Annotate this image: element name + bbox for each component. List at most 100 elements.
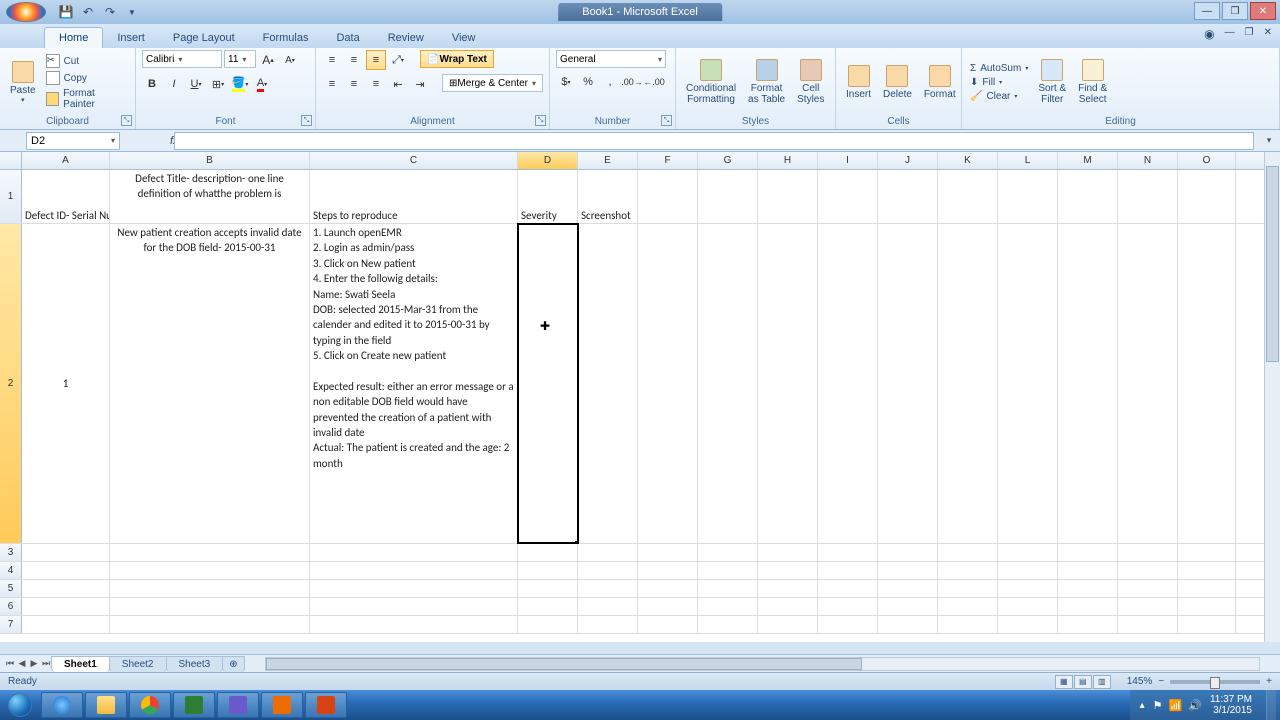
col-header-h[interactable]: H [758,152,818,169]
cell-g2[interactable] [698,224,758,543]
comma-format-button[interactable]: , [600,72,620,92]
cell-d1[interactable]: Severity [518,170,578,223]
align-left-button[interactable]: ≡ [322,74,342,94]
increase-decimal-button[interactable]: .00→ [622,72,642,92]
paste-button[interactable]: Paste▾ [6,59,40,106]
col-header-e[interactable]: E [578,152,638,169]
tab-formulas[interactable]: Formulas [249,28,323,48]
zoom-in-button[interactable]: + [1266,676,1272,687]
conditional-formatting-button[interactable]: Conditional Formatting [682,57,740,107]
cell-l1[interactable] [998,170,1058,223]
font-size-dropdown[interactable]: 11▾ [224,50,256,68]
page-layout-view-button[interactable]: ▤ [1074,675,1092,689]
insert-cells-button[interactable]: Insert [842,63,875,102]
col-header-i[interactable]: I [818,152,878,169]
percent-format-button[interactable]: % [578,72,598,92]
help-icon[interactable]: ◉ [1204,27,1214,41]
network-icon[interactable]: 📶 [1169,699,1183,712]
tab-home[interactable]: Home [44,27,103,48]
sheet-tab-sheet2[interactable]: Sheet2 [109,656,167,672]
redo-icon[interactable]: ↷ [102,4,118,20]
wrap-text-button[interactable]: 📄 Wrap Text [420,50,494,68]
accounting-format-button[interactable]: $▾ [556,72,576,92]
taskbar-excel[interactable] [173,692,215,718]
taskbar-clock[interactable]: 11:37 PM 3/1/2015 [1210,694,1258,716]
font-color-button[interactable]: A▾ [252,74,272,94]
zoom-slider[interactable] [1170,680,1260,684]
align-bottom-button[interactable]: ≡ [366,50,386,70]
cut-button[interactable]: ✂Cut [44,53,129,69]
row-header-1[interactable]: 1 [0,170,22,223]
decrease-decimal-button[interactable]: ←.00 [644,72,664,92]
col-header-f[interactable]: F [638,152,698,169]
tab-view[interactable]: View [438,28,490,48]
taskbar-explorer[interactable] [85,692,127,718]
cell-e2[interactable] [578,224,638,543]
page-break-view-button[interactable]: ▥ [1093,675,1111,689]
sheet-nav-prev[interactable]: ◀ [16,658,28,669]
horizontal-scrollbar[interactable] [265,657,1260,671]
orientation-button[interactable]: ⤢▾ [388,50,408,70]
col-header-j[interactable]: J [878,152,938,169]
zoom-out-button[interactable]: − [1158,676,1164,687]
maximize-button[interactable]: ❐ [1222,2,1248,20]
col-header-o[interactable]: O [1178,152,1236,169]
name-box[interactable]: D2▾ [26,132,120,150]
row-header-3[interactable]: 3 [0,544,22,561]
cell-n1[interactable] [1118,170,1178,223]
autosum-button[interactable]: ΣAutoSum▾ [968,62,1030,75]
cell-h1[interactable] [758,170,818,223]
new-sheet-button[interactable]: ⊕ [222,656,244,672]
clear-button[interactable]: 🧹Clear▾ [968,90,1030,103]
col-header-a[interactable]: A [22,152,110,169]
cell-a1[interactable]: Defect ID- Serial Number [22,170,110,223]
cell-j2[interactable] [878,224,938,543]
merge-center-button[interactable]: ⊞ Merge & Center▾ [442,74,543,92]
cell-d2[interactable]: ✚ [518,224,578,543]
taskbar-ie[interactable] [41,692,83,718]
decrease-font-button[interactable]: A▾ [280,50,300,70]
cell-b2[interactable]: New patient creation accepts invalid dat… [110,224,310,543]
cell-c1[interactable]: Steps to reproduce [310,170,518,223]
align-middle-button[interactable]: ≡ [344,50,364,70]
bold-button[interactable]: B [142,74,162,94]
number-dialog-launcher[interactable]: ⤡ [661,115,672,126]
delete-cells-button[interactable]: Delete [879,63,916,102]
increase-indent-button[interactable]: ⇥ [410,74,430,94]
sheet-nav-next[interactable]: ▶ [28,658,40,669]
italic-button[interactable]: I [164,74,184,94]
decrease-indent-button[interactable]: ⇤ [388,74,408,94]
cell-n2[interactable] [1118,224,1178,543]
cell-f2[interactable] [638,224,698,543]
align-top-button[interactable]: ≡ [322,50,342,70]
start-button[interactable] [0,690,40,720]
select-all-corner[interactable] [0,152,22,169]
close-button[interactable]: ✕ [1250,2,1276,20]
formula-input[interactable] [174,132,1254,150]
cell-i1[interactable] [818,170,878,223]
undo-icon[interactable]: ↶ [80,4,96,20]
row-header-2[interactable]: 2 [0,224,22,543]
format-as-table-button[interactable]: Format as Table [744,57,789,107]
sort-filter-button[interactable]: Sort & Filter [1034,57,1070,107]
cell-k2[interactable] [938,224,998,543]
tab-data[interactable]: Data [322,28,373,48]
sheet-nav-first[interactable]: ⏮ [4,658,16,669]
cell-a2[interactable]: 1 [22,224,110,543]
col-header-d[interactable]: D [518,152,578,169]
format-cells-button[interactable]: Format [920,63,960,102]
font-name-dropdown[interactable]: Calibri▾ [142,50,222,68]
normal-view-button[interactable]: ▦ [1055,675,1073,689]
doc-close-icon[interactable]: ✕ [1264,27,1272,41]
volume-icon[interactable]: 🔊 [1188,699,1202,712]
flag-icon[interactable]: ⚑ [1153,699,1163,712]
align-right-button[interactable]: ≡ [366,74,386,94]
font-dialog-launcher[interactable]: ⤡ [301,115,312,126]
cell-k1[interactable] [938,170,998,223]
cell-l2[interactable] [998,224,1058,543]
col-header-b[interactable]: B [110,152,310,169]
expand-formula-bar[interactable]: ▾ [1262,135,1276,146]
vertical-scrollbar[interactable] [1264,152,1280,642]
taskbar-chrome[interactable] [129,692,171,718]
cell-j1[interactable] [878,170,938,223]
